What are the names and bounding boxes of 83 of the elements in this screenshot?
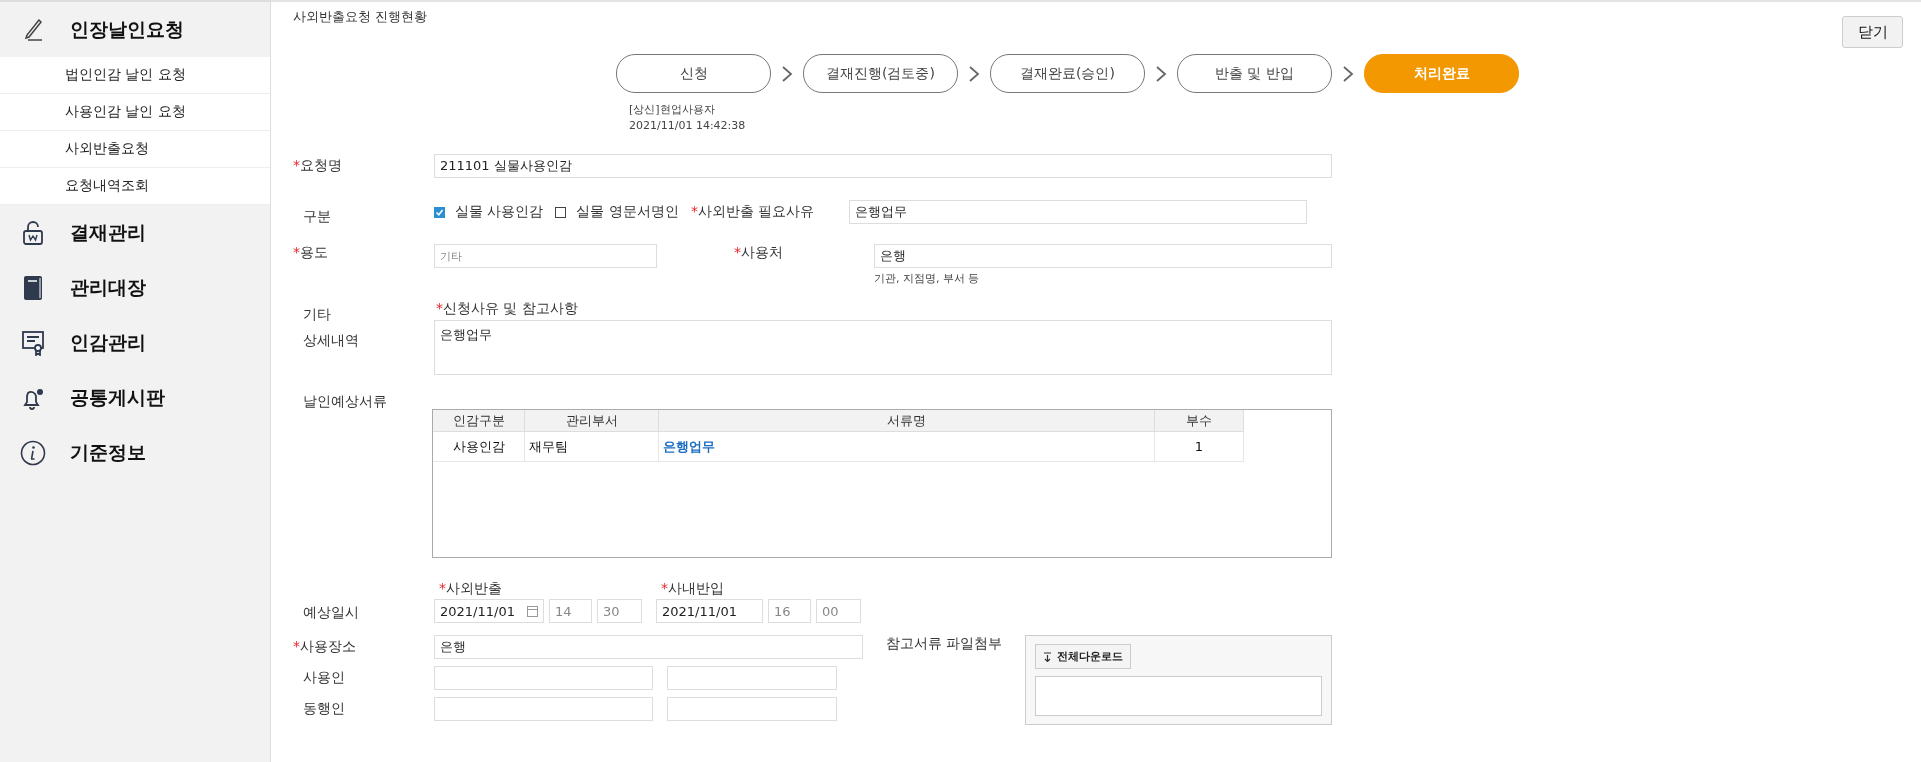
required-mark: * [293,157,300,173]
submenu-item[interactable]: 사외반출요청 [65,140,149,158]
minute-field[interactable]: 00 [816,599,861,623]
checkbox[interactable] [434,206,445,218]
step-note: 2021/11/01 14:42:38 [629,119,747,132]
required-mark: * [661,580,668,596]
progress-step: 신청 [616,54,771,93]
submenu-item[interactable]: 요청내역조회 [65,177,149,195]
menu-item[interactable]: 인장날인요청 [70,16,184,43]
minute-field[interactable]: 30 [597,599,642,623]
progress-step: 결재진행(검토중) [803,54,958,93]
checkbox-label: 실물 영문서명인 [576,203,679,221]
input-field[interactable]: 은행업무 [848,200,1307,224]
field-label: 날인예상서류 [302,393,388,411]
book-icon [22,274,44,301]
field-label: 요청명 [300,157,342,173]
file-drop-area[interactable] [1035,676,1322,716]
input-field[interactable] [667,697,837,721]
required-mark: * [690,203,698,219]
checkbox-label: 실물 사용인감 [455,203,544,221]
page-title: 사외반출요청 진행현황 [293,8,428,26]
column-header: 인감구분 [433,410,525,432]
field-label: 기타 [303,306,332,324]
checkbox[interactable] [555,206,567,218]
menu-item[interactable]: 결재관리 [70,219,146,246]
chevron-right-icon [781,64,793,83]
download-icon [1043,651,1052,662]
progress-step: 결재완료(승인) [990,54,1145,93]
menu-item[interactable]: 기준정보 [70,439,146,466]
input-field[interactable]: 기타 [434,244,657,268]
column-header: 관리부서 [525,410,659,432]
chevron-right-icon [1155,64,1167,83]
close-button[interactable]: 닫기 [1842,16,1903,48]
required-mark: * [293,638,300,654]
field-label: 사용처 [741,244,783,260]
input-field[interactable] [667,666,837,690]
download-all-button[interactable]: 전체다운로드 [1035,644,1131,669]
field-label: 사용장소 [300,638,356,654]
progress-step: 처리완료 [1364,54,1519,93]
field-label: 사용인 [302,669,346,687]
menu-item[interactable]: 관리대장 [70,274,146,301]
menu-item[interactable]: 인감관리 [70,329,146,356]
chevron-right-icon [1342,64,1354,83]
field-label: 상세내역 [303,332,360,350]
input-field[interactable]: 은행 [434,635,863,659]
required-mark: * [734,244,741,260]
field-label: 용도 [300,244,328,260]
table-cell: 재무팀 [525,432,659,462]
required-mark: * [293,244,300,260]
date-field[interactable]: 2021/11/01 [656,599,763,623]
required-mark: * [436,300,443,316]
padlock-icon [22,219,44,246]
table-cell[interactable]: 은행업무 [659,432,1155,462]
field-label: 참고서류 파일첨부 [886,635,1004,653]
pen-icon [22,17,44,42]
input-field[interactable]: 은행 [874,244,1332,268]
progress-step: 반출 및 반입 [1177,54,1332,93]
field-label: 예상일시 [302,603,360,622]
field-label: 신청사유 및 참고사항 [443,300,578,316]
required-mark: * [439,580,446,596]
step-note: [상신]현업사용자 [629,102,716,117]
calendar-icon[interactable] [527,605,538,617]
info-icon [20,439,46,466]
table-cell: 1 [1155,432,1244,462]
menu-item[interactable]: 공통게시판 [70,384,165,411]
date-field[interactable]: 2021/11/01 [434,599,544,623]
input-field[interactable] [434,697,653,721]
chevron-right-icon [968,64,980,83]
column-header: 부수 [1155,410,1244,432]
hint-text: 기관, 지점명, 부서 등 [874,271,981,286]
column-header: 서류명 [659,410,1155,432]
field-label: 동행인 [302,700,346,718]
input-field[interactable]: 211101 실물사용인감 [434,154,1332,178]
certificate-icon [21,329,45,356]
field-label: 사외반출 필요사유 [697,203,815,219]
input-field[interactable] [434,666,653,690]
text-area[interactable]: 은행업무 [434,320,1332,375]
field-label: 사내반입 [668,580,724,596]
field-label: 구분 [302,207,332,226]
table-cell: 사용인감 [433,432,525,462]
field-label: 사외반출 [446,580,502,596]
hour-field[interactable]: 14 [549,599,592,623]
hour-field[interactable]: 16 [768,599,811,623]
